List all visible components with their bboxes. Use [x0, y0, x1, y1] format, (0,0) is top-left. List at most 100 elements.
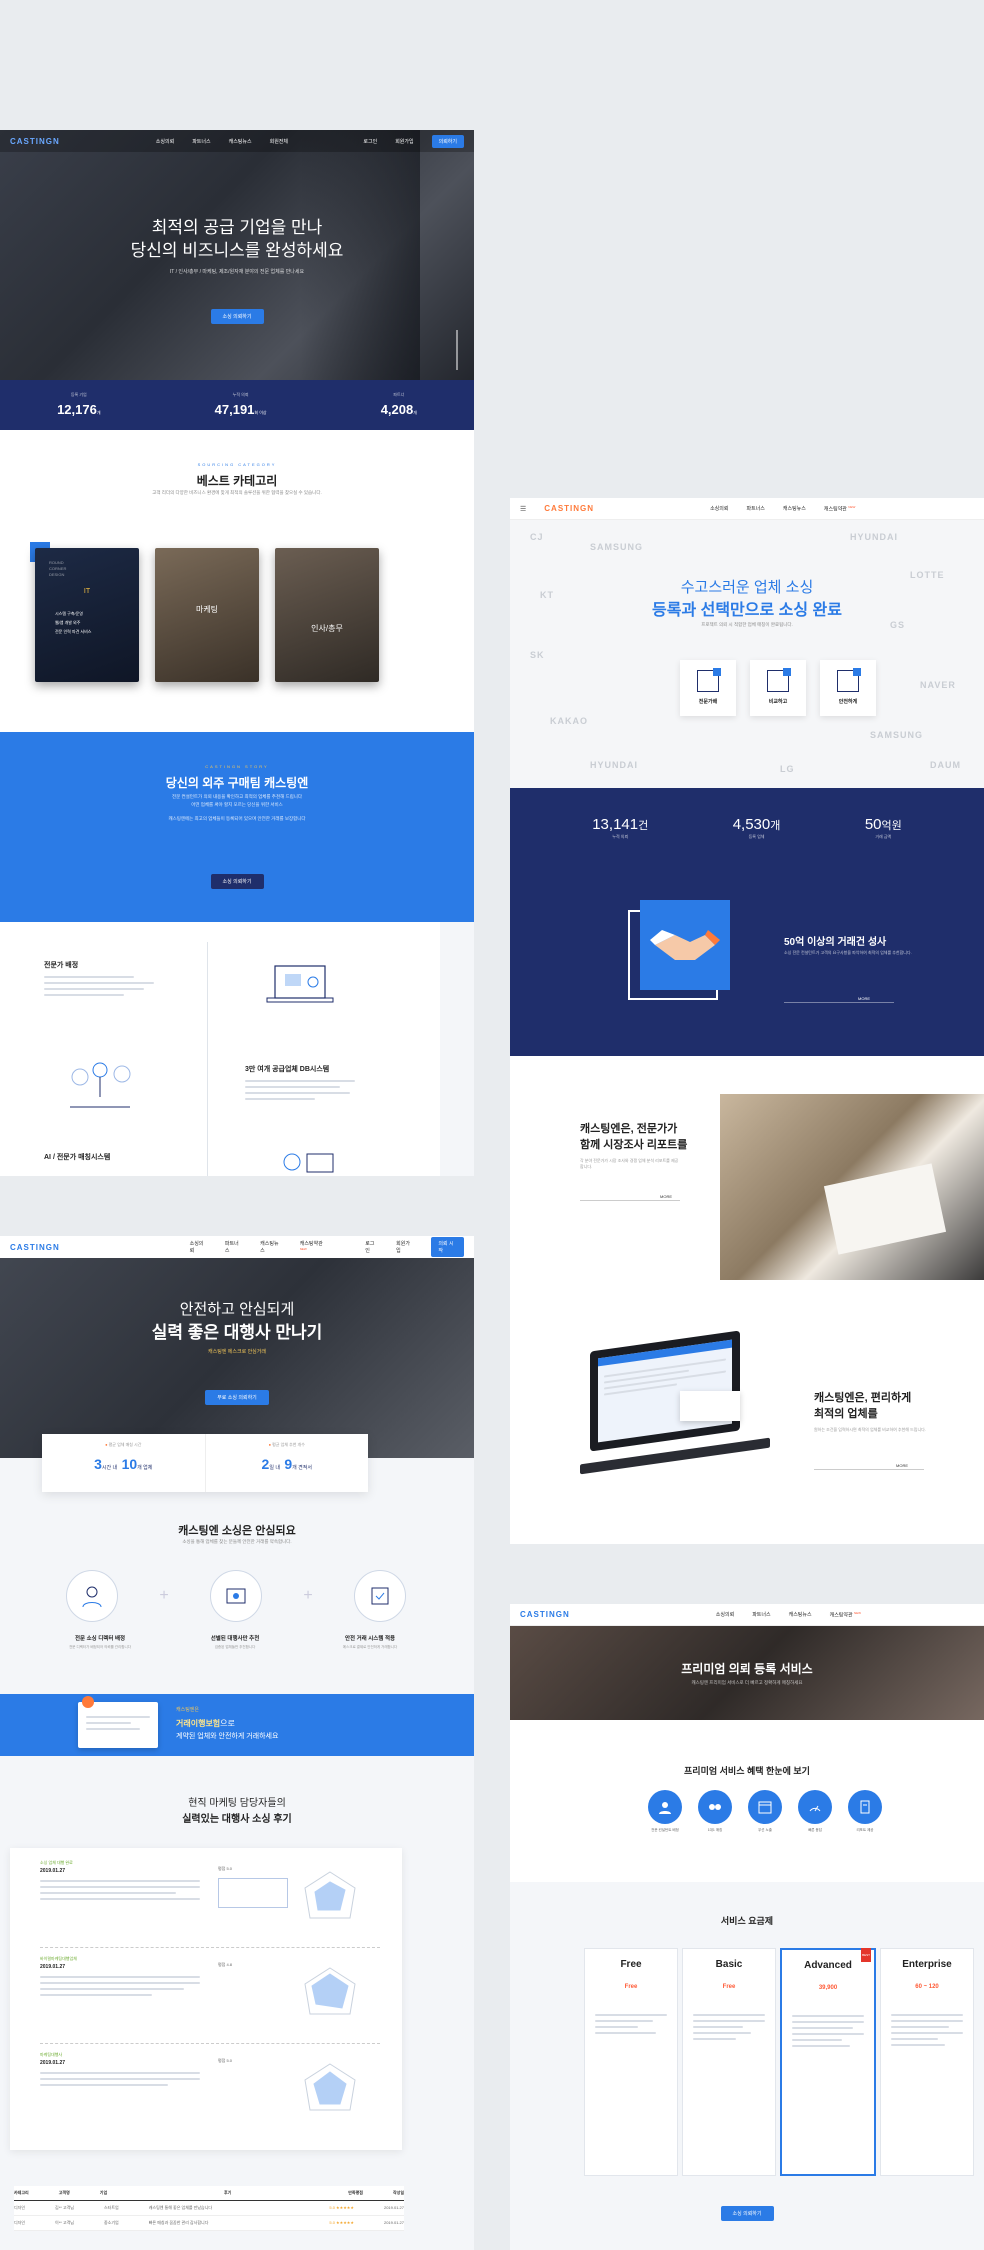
benefit-label: 리포트 제공 — [856, 1828, 874, 1832]
screen-agency: CASTINGN 소싱의뢰 파트너스 캐스팅뉴스 캐스팅약관 NEW 로그인 회… — [0, 1236, 474, 2250]
hero-request-button[interactable]: 무료 소싱 의뢰하기 — [205, 1390, 269, 1405]
report-desc: 각 분야 전문가가 시장 조사와 경쟁 업체 분석 리포트를 제공합니다. — [580, 1158, 679, 1169]
category-card-marketing[interactable]: 마케팅 — [155, 548, 259, 682]
logo[interactable]: CASTINGN — [10, 137, 60, 146]
nav-item-partners[interactable]: 파트너스 — [752, 1611, 770, 1618]
nav-item-terms[interactable]: 캐스팅약관 NEW — [830, 1611, 861, 1619]
safe-title: 캐스팅엔 소싱은 안심되요 — [178, 1525, 296, 1537]
logo[interactable]: CASTINGN — [10, 1243, 60, 1252]
more-link[interactable]: MORE — [660, 1194, 672, 1199]
plan-enterprise[interactable]: Enterprise 60 ~ 120 — [880, 1948, 974, 2176]
report-section: 캐스팅엔은, 전문가가 함께 시장조사 리포트를 각 분야 전문가가 시장 조사… — [510, 1056, 984, 1311]
login-link[interactable]: 로그인 — [365, 1240, 378, 1254]
pick-title: 최적의 업체를 — [814, 1408, 878, 1420]
feature-title: 전문가 배정 — [44, 962, 79, 969]
benefit-label: 1대1 매칭 — [707, 1828, 723, 1832]
benefit-label: 빠른 응답 — [808, 1828, 822, 1832]
stat-item: 파트너 4,208개 — [380, 391, 417, 417]
match-icon — [698, 1790, 732, 1824]
feature-title: 3만 여개 공급업체 DB시스템 — [245, 1066, 330, 1073]
speed-icon — [798, 1790, 832, 1824]
report-icon — [848, 1790, 882, 1824]
safe-item-desc: 전문 디렉터가 배정되어 의뢰를 관리합니다 — [69, 1645, 131, 1649]
people-illustration-icon — [60, 1052, 140, 1112]
hero-desc: IT / 인사/총무 / 마케팅, 제조/원자재 분야의 전문 업체를 만나세요 — [169, 269, 305, 275]
signup-link[interactable]: 회원가입 — [396, 1240, 413, 1254]
pricing-request-button[interactable]: 소싱 의뢰하기 — [720, 2206, 774, 2221]
hero-section: 최적의 공급 기업을 만나 당신의 비즈니스를 완성하세요 IT / 인사/총무… — [0, 130, 474, 380]
stat-item: 50억원 거래 금액 — [864, 816, 902, 839]
secure-deal-icon — [354, 1570, 406, 1622]
nav-item-terms[interactable]: 캐스팅약관 NEW — [824, 505, 855, 513]
nav-item-news[interactable]: 캐스팅뉴스 — [260, 1240, 282, 1254]
start-request-button[interactable]: 의뢰 시작 — [431, 1237, 464, 1257]
top-nav: CASTINGN 소싱의뢰 파트너스 캐스팅뉴스 캐스팅약관 NEW 로그인 회… — [0, 1236, 474, 1258]
step-card[interactable]: 안전하게 — [820, 660, 876, 716]
nav-item-sourcing[interactable]: 소싱의뢰 — [190, 1240, 207, 1254]
plus-icon: + — [303, 1587, 313, 1604]
review-item[interactable]: 소싱 업체 대행 완료 2019.01.27 평점 5.0 — [40, 1860, 380, 1948]
nav-item-partners[interactable]: 파트너스 — [192, 138, 210, 145]
nav-item-news[interactable]: 캐스팅뉴스 — [789, 1611, 812, 1618]
review-subtitle: 실력있는 대행사 소싱 후기 — [182, 1814, 292, 1825]
outsourcing-desc: 어떤 업체를 써야 할지 모르는 당신을 위한 서비스 — [191, 802, 283, 807]
more-link[interactable]: MORE — [858, 996, 870, 1001]
plus-icon: + — [159, 1587, 169, 1604]
nav-item-terms[interactable]: 캐스팅약관 NEW — [300, 1240, 329, 1255]
more-link[interactable]: MORE — [896, 1463, 908, 1468]
pick-desc: 원하는 조건을 입력하시면 최적의 업체를 비교하여 추천해 드립니다. — [814, 1427, 926, 1432]
outsourcing-eyebrow: CASTINGN STORY — [205, 764, 269, 769]
calendar-icon — [748, 1790, 782, 1824]
nav-item-news[interactable]: 캐스팅뉴스 — [783, 505, 806, 512]
report-photo — [720, 1094, 984, 1280]
banner-label: 캐스팅엔은 — [176, 1707, 200, 1713]
hero-title: 안전하고 안심되게 — [179, 1301, 295, 1318]
logo[interactable]: CASTINGN — [520, 1610, 570, 1619]
nav-item-sourcing[interactable]: 소싱의뢰 — [716, 1611, 734, 1618]
request-button[interactable]: 의뢰하기 — [431, 134, 464, 148]
stats-band: 등록 기업 12,176개 누적 의뢰 47,191회 이상 파트너 4,208개 — [0, 380, 474, 430]
nav-item-news[interactable]: 캐스팅뉴스 — [229, 138, 252, 145]
expert-icon — [697, 668, 721, 692]
screen-premium: CASTINGN 소싱의뢰 파트너스 캐스팅뉴스 캐스팅약관 NEW 프리미엄 … — [510, 1604, 984, 2250]
hero-request-button[interactable]: 소싱 의뢰하기 — [210, 309, 264, 324]
safe-icon — [837, 668, 861, 692]
stat-item: 13,141건 누적 의뢰 — [592, 816, 649, 839]
nav-item-partners[interactable]: 파트너스 — [746, 505, 764, 512]
review-panel: 소싱 업체 대행 완료 2019.01.27 평점 5.0 바이럴마케팅대행업체… — [10, 1848, 402, 2150]
review-item[interactable]: 마케팅대행사 2019.01.27 평점 5.0 — [40, 2052, 380, 2140]
plan-basic[interactable]: Basic Free — [682, 1948, 776, 2176]
hero-desc: 캐스팅엔 프리미엄 서비스로 더 빠르고 정확하게 매칭하세요 — [691, 1680, 803, 1685]
radar-chart-icon — [300, 1868, 360, 1933]
category-card-it[interactable]: ROUND CORNER DESIGN IT 시스템 구축/운영 웹/앱 개발 외주… — [35, 548, 139, 682]
nav-item-sourcing[interactable]: 소싱의뢰 — [710, 505, 728, 512]
plan-free[interactable]: Free Free — [584, 1948, 678, 2176]
safe-subtitle: 소싱을 통해 업체를 찾는 분들께 안전한 거래를 약속합니다. — [182, 1539, 292, 1544]
chart-illustration-icon — [262, 1148, 342, 1176]
step-card[interactable]: 비교하고 — [750, 660, 806, 716]
safe-item-title: 전문 소싱 디렉터 배정 — [74, 1636, 126, 1642]
plan-advanced[interactable]: BEST Advanced 39,900 — [780, 1948, 876, 2176]
signup-link[interactable]: 회원가입 — [395, 138, 413, 145]
category-card-hr[interactable]: 인사/총무 — [275, 548, 379, 682]
nav-item-members[interactable]: 회원전체 — [270, 138, 288, 145]
stat-item: 누적 의뢰 47,191회 이상 — [214, 391, 267, 417]
compare-icon — [767, 668, 791, 692]
nav-item-partners[interactable]: 파트너스 — [225, 1240, 242, 1254]
login-link[interactable]: 로그인 — [363, 138, 377, 145]
scroll-indicator[interactable] — [456, 330, 458, 370]
report-title: 함께 시장조사 리포트를 — [580, 1139, 688, 1151]
outsourcing-request-button[interactable]: 소싱 의뢰하기 — [210, 874, 264, 889]
agency-icon — [210, 1570, 262, 1622]
logo[interactable]: CASTINGN — [544, 504, 594, 513]
nav-item-sourcing[interactable]: 소싱의뢰 — [156, 138, 174, 145]
step-card[interactable]: 전문가배 — [680, 660, 736, 716]
menu-icon[interactable]: ☰ — [520, 505, 526, 513]
table-row[interactable]: 디자인 이** 고객님 중소기업 빠른 매칭과 꼼꼼한 관리 감사합니다 5.0 ★★★… — [14, 2216, 404, 2231]
stat-item: 등록 기업 12,176개 — [57, 391, 101, 417]
table-row[interactable]: 디자인 김** 고객님 스타트업 캐스팅엔 통해 좋은 업체를 만났습니다 5.0 ★★… — [14, 2201, 404, 2216]
benefit-label: 우선 노출 — [758, 1828, 772, 1832]
review-item[interactable]: 바이럴마케팅대행업체 2019.01.27 평점 4.8 — [40, 1956, 380, 2044]
handshake-illustration-icon — [640, 900, 730, 990]
pick-title: 캐스팅엔은, 편리하게 — [814, 1392, 912, 1404]
